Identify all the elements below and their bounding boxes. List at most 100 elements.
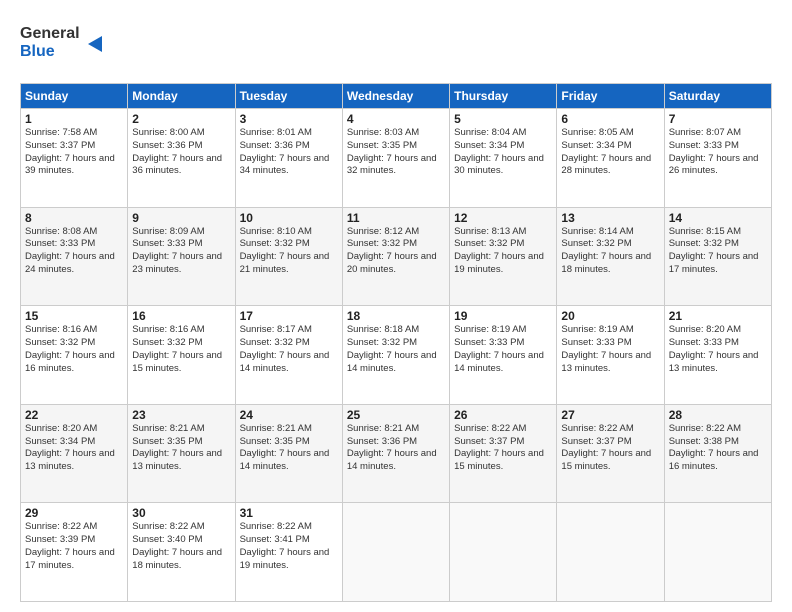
day-info: Sunrise: 8:00 AM Sunset: 3:36 PM Dayligh… <box>132 127 230 178</box>
sunset-label: Sunset: 3:39 PM <box>25 534 95 545</box>
day-cell <box>342 503 449 602</box>
day-info: Sunrise: 8:05 AM Sunset: 3:34 PM Dayligh… <box>561 127 659 178</box>
sunset-label: Sunset: 3:32 PM <box>132 337 202 348</box>
daylight-label: Daylight: 7 hours and 16 minutes. <box>25 350 115 374</box>
day-number: 18 <box>347 309 445 323</box>
sunset-label: Sunset: 3:37 PM <box>454 436 524 447</box>
sunrise-label: Sunrise: 8:16 AM <box>25 324 97 335</box>
day-cell: 2 Sunrise: 8:00 AM Sunset: 3:36 PM Dayli… <box>128 109 235 208</box>
daylight-label: Daylight: 7 hours and 26 minutes. <box>669 153 759 177</box>
week-row-3: 15 Sunrise: 8:16 AM Sunset: 3:32 PM Dayl… <box>21 306 772 405</box>
day-cell: 26 Sunrise: 8:22 AM Sunset: 3:37 PM Dayl… <box>450 404 557 503</box>
daylight-label: Daylight: 7 hours and 20 minutes. <box>347 251 437 275</box>
day-cell: 8 Sunrise: 8:08 AM Sunset: 3:33 PM Dayli… <box>21 207 128 306</box>
daylight-label: Daylight: 7 hours and 15 minutes. <box>561 448 651 472</box>
sunset-label: Sunset: 3:33 PM <box>669 140 739 151</box>
page: General Blue SundayMondayTuesdayWednesda… <box>0 0 792 612</box>
day-number: 5 <box>454 112 552 126</box>
sunrise-label: Sunrise: 8:15 AM <box>669 226 741 237</box>
sunrise-label: Sunrise: 8:22 AM <box>669 423 741 434</box>
day-info: Sunrise: 8:20 AM Sunset: 3:34 PM Dayligh… <box>25 423 123 474</box>
day-cell: 10 Sunrise: 8:10 AM Sunset: 3:32 PM Dayl… <box>235 207 342 306</box>
day-info: Sunrise: 8:21 AM Sunset: 3:35 PM Dayligh… <box>132 423 230 474</box>
day-cell: 31 Sunrise: 8:22 AM Sunset: 3:41 PM Dayl… <box>235 503 342 602</box>
logo-svg: General Blue <box>20 16 110 68</box>
sunrise-label: Sunrise: 8:19 AM <box>561 324 633 335</box>
daylight-label: Daylight: 7 hours and 21 minutes. <box>240 251 330 275</box>
header: General Blue <box>20 16 772 73</box>
day-info: Sunrise: 8:03 AM Sunset: 3:35 PM Dayligh… <box>347 127 445 178</box>
daylight-label: Daylight: 7 hours and 23 minutes. <box>132 251 222 275</box>
day-number: 14 <box>669 211 767 225</box>
day-info: Sunrise: 8:22 AM Sunset: 3:40 PM Dayligh… <box>132 521 230 572</box>
day-number: 30 <box>132 506 230 520</box>
daylight-label: Daylight: 7 hours and 32 minutes. <box>347 153 437 177</box>
day-info: Sunrise: 8:08 AM Sunset: 3:33 PM Dayligh… <box>25 226 123 277</box>
day-info: Sunrise: 8:22 AM Sunset: 3:38 PM Dayligh… <box>669 423 767 474</box>
sunset-label: Sunset: 3:32 PM <box>347 238 417 249</box>
logo: General Blue <box>20 16 110 73</box>
week-row-5: 29 Sunrise: 8:22 AM Sunset: 3:39 PM Dayl… <box>21 503 772 602</box>
day-cell: 15 Sunrise: 8:16 AM Sunset: 3:32 PM Dayl… <box>21 306 128 405</box>
sunrise-label: Sunrise: 8:16 AM <box>132 324 204 335</box>
daylight-label: Daylight: 7 hours and 14 minutes. <box>240 350 330 374</box>
day-cell <box>664 503 771 602</box>
day-cell <box>557 503 664 602</box>
day-info: Sunrise: 8:16 AM Sunset: 3:32 PM Dayligh… <box>132 324 230 375</box>
daylight-label: Daylight: 7 hours and 16 minutes. <box>669 448 759 472</box>
sunset-label: Sunset: 3:32 PM <box>454 238 524 249</box>
day-number: 24 <box>240 408 338 422</box>
weekday-header-row: SundayMondayTuesdayWednesdayThursdayFrid… <box>21 84 772 109</box>
day-cell: 20 Sunrise: 8:19 AM Sunset: 3:33 PM Dayl… <box>557 306 664 405</box>
sunset-label: Sunset: 3:34 PM <box>561 140 631 151</box>
weekday-header-monday: Monday <box>128 84 235 109</box>
sunrise-label: Sunrise: 8:21 AM <box>132 423 204 434</box>
sunset-label: Sunset: 3:35 PM <box>132 436 202 447</box>
daylight-label: Daylight: 7 hours and 28 minutes. <box>561 153 651 177</box>
sunrise-label: Sunrise: 8:19 AM <box>454 324 526 335</box>
day-number: 7 <box>669 112 767 126</box>
sunrise-label: Sunrise: 8:22 AM <box>561 423 633 434</box>
day-number: 27 <box>561 408 659 422</box>
day-number: 1 <box>25 112 123 126</box>
sunrise-label: Sunrise: 8:21 AM <box>347 423 419 434</box>
daylight-label: Daylight: 7 hours and 30 minutes. <box>454 153 544 177</box>
daylight-label: Daylight: 7 hours and 19 minutes. <box>454 251 544 275</box>
day-info: Sunrise: 8:18 AM Sunset: 3:32 PM Dayligh… <box>347 324 445 375</box>
day-number: 31 <box>240 506 338 520</box>
day-cell: 17 Sunrise: 8:17 AM Sunset: 3:32 PM Dayl… <box>235 306 342 405</box>
day-number: 28 <box>669 408 767 422</box>
svg-text:General: General <box>20 25 80 42</box>
weekday-header-sunday: Sunday <box>21 84 128 109</box>
week-row-4: 22 Sunrise: 8:20 AM Sunset: 3:34 PM Dayl… <box>21 404 772 503</box>
sunset-label: Sunset: 3:32 PM <box>25 337 95 348</box>
sunset-label: Sunset: 3:36 PM <box>240 140 310 151</box>
daylight-label: Daylight: 7 hours and 13 minutes. <box>132 448 222 472</box>
sunrise-label: Sunrise: 8:08 AM <box>25 226 97 237</box>
day-cell: 5 Sunrise: 8:04 AM Sunset: 3:34 PM Dayli… <box>450 109 557 208</box>
sunset-label: Sunset: 3:32 PM <box>347 337 417 348</box>
sunset-label: Sunset: 3:38 PM <box>669 436 739 447</box>
sunset-label: Sunset: 3:36 PM <box>132 140 202 151</box>
daylight-label: Daylight: 7 hours and 17 minutes. <box>669 251 759 275</box>
sunrise-label: Sunrise: 8:10 AM <box>240 226 312 237</box>
day-cell: 19 Sunrise: 8:19 AM Sunset: 3:33 PM Dayl… <box>450 306 557 405</box>
sunrise-label: Sunrise: 8:05 AM <box>561 127 633 138</box>
day-info: Sunrise: 8:20 AM Sunset: 3:33 PM Dayligh… <box>669 324 767 375</box>
day-info: Sunrise: 8:19 AM Sunset: 3:33 PM Dayligh… <box>454 324 552 375</box>
sunrise-label: Sunrise: 8:20 AM <box>669 324 741 335</box>
sunrise-label: Sunrise: 8:22 AM <box>132 521 204 532</box>
sunset-label: Sunset: 3:32 PM <box>561 238 631 249</box>
day-cell: 6 Sunrise: 8:05 AM Sunset: 3:34 PM Dayli… <box>557 109 664 208</box>
day-cell: 4 Sunrise: 8:03 AM Sunset: 3:35 PM Dayli… <box>342 109 449 208</box>
day-info: Sunrise: 8:14 AM Sunset: 3:32 PM Dayligh… <box>561 226 659 277</box>
sunset-label: Sunset: 3:41 PM <box>240 534 310 545</box>
daylight-label: Daylight: 7 hours and 18 minutes. <box>132 547 222 571</box>
sunset-label: Sunset: 3:34 PM <box>454 140 524 151</box>
day-cell: 28 Sunrise: 8:22 AM Sunset: 3:38 PM Dayl… <box>664 404 771 503</box>
day-number: 23 <box>132 408 230 422</box>
daylight-label: Daylight: 7 hours and 19 minutes. <box>240 547 330 571</box>
weekday-header-tuesday: Tuesday <box>235 84 342 109</box>
sunrise-label: Sunrise: 8:22 AM <box>240 521 312 532</box>
day-info: Sunrise: 8:12 AM Sunset: 3:32 PM Dayligh… <box>347 226 445 277</box>
